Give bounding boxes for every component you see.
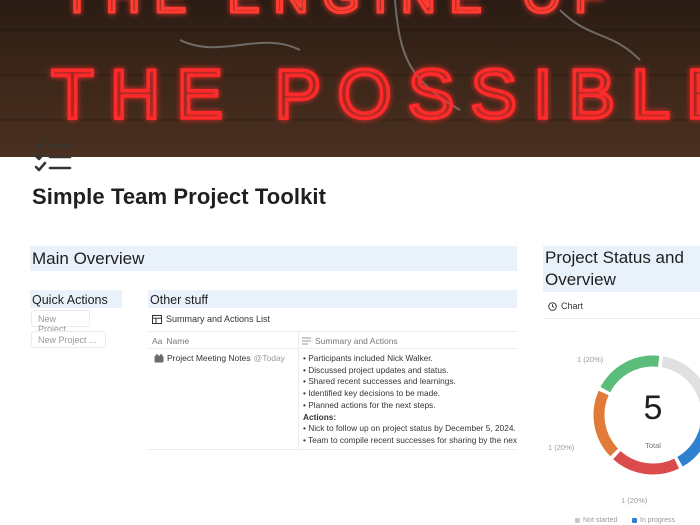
summary-item: • Identified key decisions to be made. [303, 388, 441, 399]
column-divider [298, 331, 299, 450]
row-summary: • Participants included Nick Walker. • D… [303, 353, 517, 447]
table-row[interactable]: Project Meeting Notes @Today [154, 353, 285, 363]
lines-icon [302, 337, 311, 345]
legend-swatch [632, 518, 637, 523]
donut-chart: 5 Total 1 (20%) 1 (20%) 1 (20%) [548, 355, 700, 505]
slice-label-top: 1 (20%) [577, 355, 604, 364]
quick-actions-title: Quick Actions [32, 293, 108, 307]
legend-label: In progress [640, 517, 676, 524]
database-view-label: Summary and Actions List [166, 314, 271, 324]
legend-item-in-progress[interactable]: In progress [632, 517, 675, 524]
donut-slice[interactable] [661, 356, 700, 404]
column-header-name[interactable]: Aa Name [152, 336, 189, 346]
chart-center-label: Total [645, 441, 661, 450]
page-title: Simple Team Project Toolkit [32, 184, 327, 209]
donut-slice[interactable] [600, 355, 660, 393]
sign-line-top: THE ENGINE OF [62, 0, 617, 23]
cover-image: THE ENGINE OF THE POSSIBLE [0, 0, 700, 157]
table-bottom-border [148, 449, 517, 450]
status-overview-title-line1: Project Status and [545, 248, 684, 267]
chart-divider [543, 318, 700, 319]
new-project-template-button[interactable]: New Project ... [31, 331, 106, 348]
status-overview-header: Project Status and Overview [543, 246, 700, 292]
new-project-button[interactable]: New Project [31, 310, 90, 334]
summary-item: • Participants included Nick Walker. [303, 353, 433, 363]
column-name-label: Name [166, 336, 190, 346]
actions-label: Actions: [303, 411, 337, 422]
main-overview-title: Main Overview [32, 249, 145, 268]
summary-item: • Shared recent successes and learnings. [303, 376, 456, 387]
action-item: • Team to compile recent successes for s… [303, 434, 517, 445]
legend-item-not-started[interactable]: Not started [575, 517, 617, 524]
summary-item: • Planned actions for the next steps. [303, 399, 436, 410]
column-header-summary[interactable]: Summary and Actions [302, 336, 398, 346]
row-date: @Today [253, 353, 285, 363]
chart-view-tab[interactable]: Chart [548, 301, 583, 311]
other-stuff-title: Other stuff [150, 293, 209, 307]
donut-slice[interactable] [593, 390, 619, 457]
table-icon [152, 314, 162, 324]
table-header: Aa Name Summary and Actions [148, 331, 517, 349]
column-summary-label: Summary and Actions [315, 336, 398, 346]
legend-label: Not started [583, 517, 618, 524]
action-item: • Nick to follow up on project status by… [303, 423, 516, 434]
checklist-icon[interactable] [32, 136, 74, 178]
sign-line-main: THE POSSIBLE [51, 55, 700, 133]
donut-slice[interactable] [613, 450, 680, 475]
neon-sign-illustration: THE ENGINE OF THE POSSIBLE [0, 0, 700, 135]
main-overview-header: Main Overview [30, 246, 517, 271]
row-title: Project Meeting Notes [167, 353, 251, 363]
slice-label-bottom: 1 (20%) [621, 496, 648, 505]
quick-actions-header: Quick Actions [30, 290, 122, 308]
clock-icon [548, 301, 557, 311]
donut-slice[interactable] [677, 408, 700, 467]
chart-view-label: Chart [561, 301, 584, 311]
other-stuff-header: Other stuff [148, 290, 517, 308]
status-overview-title-line2: Overview [545, 270, 616, 289]
meeting-icon [154, 353, 164, 362]
text-icon: Aa [152, 336, 163, 346]
database-view-title[interactable]: Summary and Actions List [152, 314, 270, 324]
chart-center-value: 5 [644, 389, 663, 427]
summary-item: • Discussed project updates and status. [303, 364, 449, 375]
slice-label-left: 1 (20%) [548, 443, 575, 452]
legend-swatch [575, 518, 580, 523]
